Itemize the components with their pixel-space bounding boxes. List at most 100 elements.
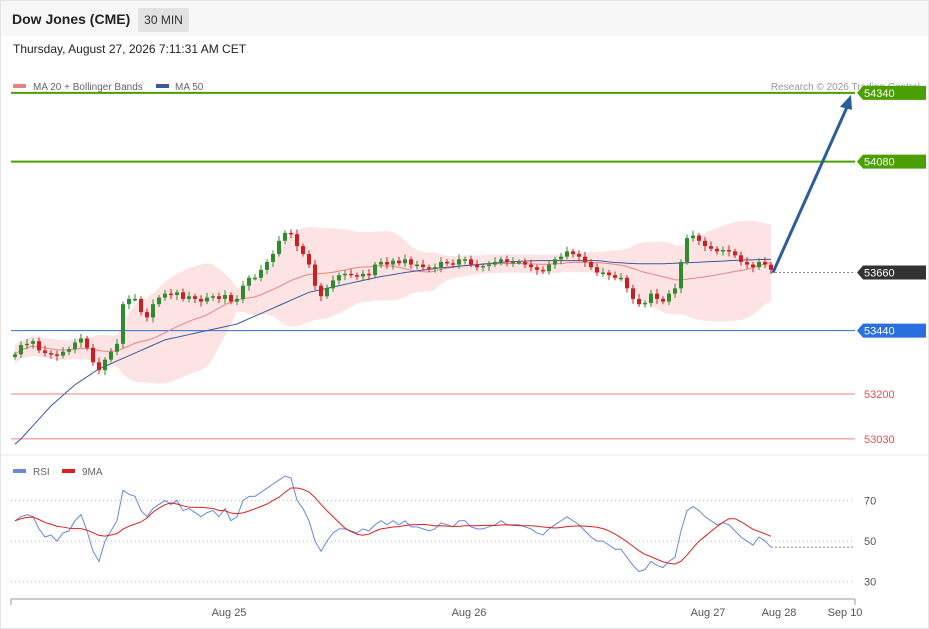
candle-body [391, 260, 395, 265]
candle-body [565, 251, 569, 257]
candle-body [319, 285, 323, 297]
candle-body [679, 261, 683, 289]
x-tick-label: Aug 26 [452, 607, 487, 619]
level-label-53660: 53660 [864, 268, 895, 280]
forecast-arrow-head [840, 94, 852, 110]
x-axis: Aug 25 Aug 26 Aug 27 Aug 28 Sep 10 [212, 607, 863, 619]
candle-body [337, 275, 341, 281]
rsi-level-label-70: 70 [864, 495, 876, 507]
candle-body [535, 267, 539, 270]
candle-body [157, 297, 161, 305]
candle-body [223, 294, 227, 299]
candle-body [643, 302, 647, 305]
candle-body [181, 292, 185, 299]
level-label-54080: 54080 [864, 157, 895, 169]
candle-body [361, 273, 365, 277]
candle-body [295, 234, 299, 247]
candle-body [523, 261, 527, 265]
candle-body [139, 298, 143, 313]
candle-body [649, 293, 653, 303]
candle-body [175, 292, 179, 295]
candle-body [499, 259, 503, 262]
candle-body [289, 232, 293, 235]
candle-body [403, 259, 407, 264]
candle-body [505, 259, 509, 262]
candle-body [205, 297, 209, 302]
candle-body [193, 296, 197, 299]
candle-body [151, 304, 155, 318]
candle-body [283, 232, 287, 241]
candle-body [703, 240, 707, 247]
candle-body [709, 246, 713, 249]
candle-body [613, 275, 617, 278]
candle-body [271, 254, 275, 262]
candle-body [487, 264, 491, 267]
ma50-legend-label: MA 50 [175, 82, 204, 93]
candle-body [277, 240, 281, 255]
candle-body [493, 261, 497, 265]
candle-body [199, 298, 203, 302]
rsi-legend-label: RSI [33, 467, 50, 478]
candle-body [517, 261, 521, 264]
ma20-legend-label: MA 20 + Bollinger Bands [33, 82, 143, 93]
candle-body [445, 261, 449, 264]
candle-body [115, 343, 119, 352]
candle-body [235, 298, 239, 302]
candle-body [421, 264, 425, 268]
candle-body [661, 298, 665, 302]
candle-body [769, 264, 773, 270]
candle-body [595, 267, 599, 273]
candle-body [91, 347, 95, 363]
candle-body [19, 345, 23, 355]
candle-body [49, 353, 53, 355]
candle-body [763, 261, 767, 265]
candle-body [667, 293, 671, 302]
candle-body [259, 269, 263, 278]
level-label-53030: 53030 [864, 434, 895, 446]
candle-body [529, 264, 533, 268]
candle-body [325, 288, 329, 297]
x-tick-label: Aug 27 [691, 607, 726, 619]
candle-body [601, 272, 605, 274]
candle-body [379, 261, 383, 265]
candle-body [625, 277, 629, 289]
candle-body [463, 259, 467, 261]
candle-body [553, 259, 557, 265]
candle-body [79, 338, 83, 343]
candle-body [217, 296, 221, 299]
candle-body [415, 264, 419, 267]
level-label-53200: 53200 [864, 389, 895, 401]
candle-body [733, 251, 737, 256]
x-tick-label: Sep 10 [828, 607, 863, 619]
candle-body [127, 298, 131, 305]
candle-body [607, 272, 611, 276]
candle-body [385, 261, 389, 265]
candle-body [373, 264, 377, 276]
rsi-ma-legend-label: 9MA [82, 467, 103, 478]
candle-body [745, 261, 749, 265]
candle-body [169, 293, 173, 296]
candle-body [397, 260, 401, 264]
candle-body [481, 265, 485, 268]
candle-body [475, 264, 479, 268]
candle-body [685, 238, 689, 262]
candle-body [253, 277, 257, 280]
candle-body [241, 285, 245, 299]
candle-body [757, 261, 761, 268]
candle-body [547, 264, 551, 272]
candle-body [439, 261, 443, 268]
candle-body [43, 350, 47, 354]
candle-body [67, 349, 71, 352]
candle-body [619, 277, 623, 280]
level-label-54340: 54340 [864, 88, 895, 100]
candle-body [103, 359, 107, 371]
candle-body [13, 354, 17, 358]
candle-body [427, 267, 431, 269]
candle-body [715, 248, 719, 252]
candle-body [691, 235, 695, 239]
candle-body [697, 235, 701, 241]
candle-body [145, 312, 149, 318]
candle-body [313, 264, 317, 286]
candle-body [367, 273, 371, 276]
ma20-legend-swatch [13, 84, 26, 88]
